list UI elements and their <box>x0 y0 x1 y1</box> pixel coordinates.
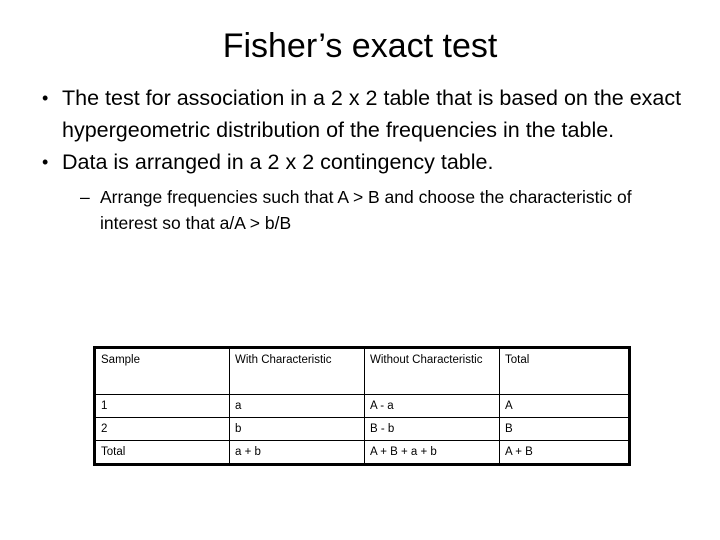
contingency-table-wrapper: Sample With Characteristic Without Chara… <box>93 346 631 466</box>
table-cell: 2 <box>94 417 230 441</box>
table-header-cell: Total <box>499 347 630 395</box>
table-header-cell: Without Characteristic <box>364 347 500 395</box>
table-header-row: Sample With Characteristic Without Chara… <box>94 347 630 395</box>
table-header-cell: Sample <box>94 347 230 395</box>
table-cell: Total <box>94 440 230 465</box>
table-cell: a + b <box>229 440 365 465</box>
sub-bullet-item-1-text: Arrange frequencies such that A > B and … <box>100 187 632 233</box>
bullet-item-2: • Data is arranged in a 2 x 2 contingenc… <box>36 146 691 178</box>
contingency-table: Sample With Characteristic Without Chara… <box>93 346 631 466</box>
slide-body: • The test for association in a 2 x 2 ta… <box>36 82 691 236</box>
table-cell: B <box>499 417 630 441</box>
table-cell: A <box>499 394 630 418</box>
bullet-marker-icon: • <box>42 88 49 108</box>
table-cell: A + B + a + b <box>364 440 500 465</box>
table-cell: b <box>229 417 365 441</box>
page-title: Fisher’s exact test <box>222 27 498 65</box>
table-row: 1 a A - a A <box>94 394 630 418</box>
bullet-marker-icon: • <box>42 152 49 172</box>
table-cell: A + B <box>499 440 630 465</box>
sub-bullet-item-1: – Arrange frequencies such that A > B an… <box>72 184 691 236</box>
table-cell: B - b <box>364 417 500 441</box>
table-total-row: Total a + b A + B + a + b A + B <box>94 440 630 465</box>
dash-marker-icon: – <box>80 187 90 207</box>
slide-canvas: Fisher’s exact test • The test for assoc… <box>0 0 720 540</box>
bullet-item-1-text: The test for association in a 2 x 2 tabl… <box>62 86 682 142</box>
bullet-item-2-text: Data is arranged in a 2 x 2 contingency … <box>62 150 494 174</box>
table-cell: 1 <box>94 394 230 418</box>
bullet-item-1: • The test for association in a 2 x 2 ta… <box>36 82 691 146</box>
table-cell: A - a <box>364 394 500 418</box>
table-header-cell: With Characteristic <box>229 347 365 395</box>
table-row: 2 b B - b B <box>94 417 630 441</box>
table-cell: a <box>229 394 365 418</box>
